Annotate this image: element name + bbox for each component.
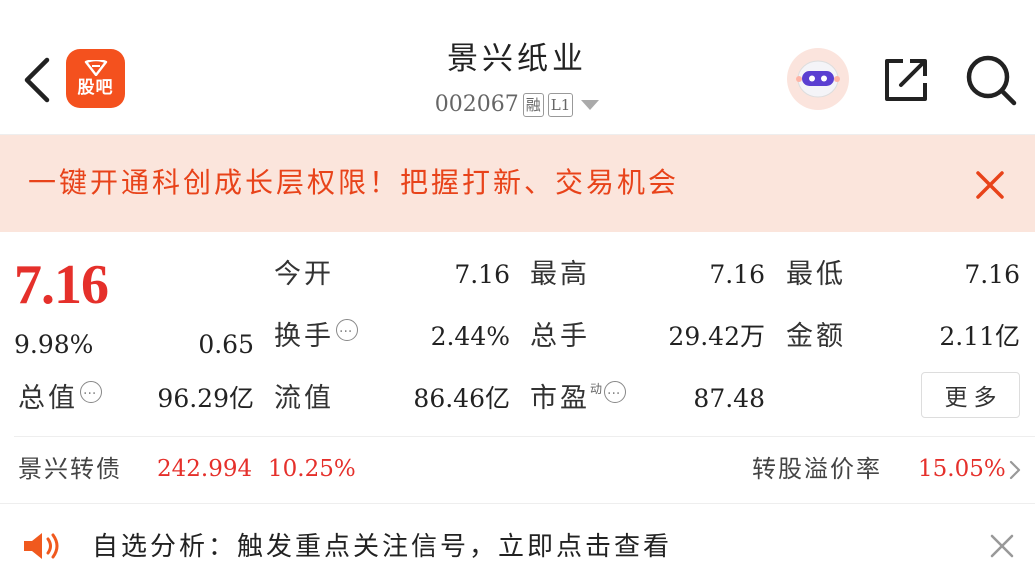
more-button[interactable]: 更多 xyxy=(921,372,1020,418)
convertible-bond-change: 10.25% xyxy=(268,456,356,482)
market-cap-label-text: 总值 xyxy=(18,383,78,414)
dropdown-triangle-icon[interactable] xyxy=(581,100,600,110)
notice-close-button[interactable] xyxy=(982,526,1022,566)
amount-label: 金额 xyxy=(786,321,846,352)
assistant-robot-button[interactable] xyxy=(787,48,849,110)
robot-avatar-icon xyxy=(796,60,840,98)
guba-logo[interactable]: 股吧 xyxy=(66,49,125,108)
close-icon xyxy=(976,171,1004,199)
low-value: 7.16 xyxy=(964,260,1020,289)
more-info-icon[interactable] xyxy=(336,313,358,351)
stock-name[interactable]: 景兴纸业 xyxy=(342,36,692,82)
volume-value: 29.42万 xyxy=(668,322,765,351)
turnover-label-text: 换手 xyxy=(274,321,334,352)
pe-dynamic-sup: 动 xyxy=(590,382,603,396)
change-percent: 9.98% xyxy=(14,330,94,359)
low-label: 最低 xyxy=(786,259,846,290)
search-icon xyxy=(966,55,1017,106)
open-value: 7.16 xyxy=(454,260,510,289)
speaker-icon xyxy=(24,533,59,559)
promo-banner[interactable]: 一键开通科创成长层权限！把握打新、交易机会 xyxy=(0,135,1035,232)
conversion-premium-value: 15.05% xyxy=(918,456,1006,482)
guba-mark-icon xyxy=(84,59,107,76)
section-divider xyxy=(14,436,1035,437)
convertible-bond-price: 242.994 xyxy=(157,456,253,482)
level-tag: L1 xyxy=(547,93,574,117)
section-divider xyxy=(0,503,1035,504)
notice-text[interactable]: 自选分析：触发重点关注信号，立即点击查看 xyxy=(92,528,672,566)
logo-label: 股吧 xyxy=(77,77,114,98)
share-button[interactable] xyxy=(876,52,936,108)
promo-banner-text[interactable]: 一键开通科创成长层权限！把握打新、交易机会 xyxy=(28,163,679,203)
search-button[interactable] xyxy=(960,50,1022,110)
turnover-label[interactable]: 换手 xyxy=(274,313,358,356)
volume-label: 总手 xyxy=(530,321,590,352)
float-cap-value: 86.46亿 xyxy=(413,384,510,413)
banner-close-button[interactable] xyxy=(968,163,1012,207)
convertible-bond-label[interactable]: 景兴转债 xyxy=(18,451,122,487)
amount-value: 2.11亿 xyxy=(939,322,1020,351)
market-cap-label[interactable]: 总值 xyxy=(18,375,102,418)
change-amount: 0.65 xyxy=(198,330,254,359)
high-label: 最高 xyxy=(530,259,590,290)
conversion-premium-label[interactable]: 转股溢价率 xyxy=(752,451,882,487)
more-info-icon[interactable] xyxy=(80,375,102,413)
chevron-right-icon[interactable] xyxy=(1008,460,1022,480)
back-button[interactable] xyxy=(14,52,58,108)
stock-code-row[interactable]: 002067 融 L1 xyxy=(342,90,692,120)
close-icon xyxy=(990,534,1014,558)
header-bar: 股吧 景兴纸业 002067 融 L1 xyxy=(0,0,1035,135)
open-label: 今开 xyxy=(274,259,334,290)
margin-tag: 融 xyxy=(522,93,544,117)
chevron-left-icon xyxy=(24,57,50,103)
pe-label-text: 市盈 xyxy=(530,383,590,414)
stock-code: 002067 xyxy=(434,92,519,117)
pe-label[interactable]: 市盈动 xyxy=(530,375,627,422)
more-info-icon[interactable] xyxy=(604,375,627,413)
pe-value: 87.48 xyxy=(693,384,765,413)
float-cap-label: 流值 xyxy=(274,383,334,414)
share-icon xyxy=(885,59,927,101)
high-value: 7.16 xyxy=(709,260,765,289)
market-cap-value: 96.29亿 xyxy=(157,384,254,413)
turnover-value: 2.44% xyxy=(430,322,510,351)
current-price: 7.16 xyxy=(14,254,109,316)
